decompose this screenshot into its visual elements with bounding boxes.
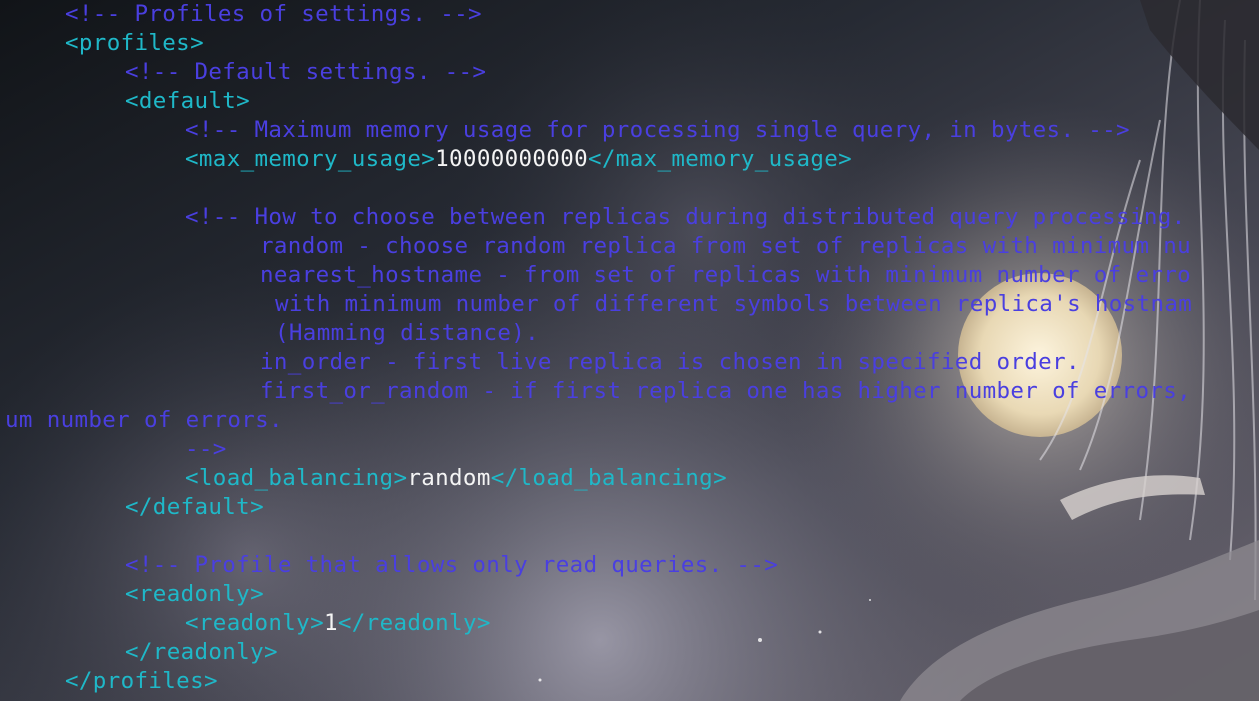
xml-close-tag: </readonly>	[337, 610, 491, 636]
code-line-11: with minimum number of different symbols…	[275, 291, 1193, 317]
setting-value: random	[407, 465, 491, 491]
code-line-17: <load_balancing>random</load_balancing>	[185, 464, 727, 493]
terminal-output: <!-- Profiles of settings. --> <profiles…	[0, 0, 1259, 701]
xml-open-tag: <load_balancing>	[185, 465, 408, 491]
code-line-8: <!-- How to choose between replicas duri…	[185, 204, 1186, 230]
code-line-21: <readonly>	[125, 581, 264, 607]
code-line-1: <!-- Profiles of settings. -->	[65, 1, 482, 27]
code-line-16: -->	[185, 436, 227, 462]
xml-close-tag: </max_memory_usage>	[588, 146, 853, 172]
code-line-9: random - choose random replica from set …	[260, 233, 1192, 259]
code-line-2: <profiles>	[65, 30, 204, 56]
code-line-20: <!-- Profile that allows only read queri…	[125, 552, 779, 578]
code-line-22: <readonly>1</readonly>	[185, 609, 491, 638]
xml-open-tag: <max_memory_usage>	[185, 146, 436, 172]
code-line-15: um number of errors.	[5, 407, 283, 433]
code-line-4: <default>	[125, 88, 251, 114]
code-line-12: (Hamming distance).	[275, 320, 540, 346]
code-line-14: first_or_random - if first replica one h…	[260, 378, 1192, 404]
code-line-23: </readonly>	[125, 639, 278, 665]
xml-close-tag: </load_balancing>	[490, 465, 727, 491]
code-line-6: <max_memory_usage>10000000000</max_memor…	[185, 145, 852, 174]
code-line-18: </default>	[125, 494, 264, 520]
setting-value: 10000000000	[435, 146, 588, 172]
code-line-3: <!-- Default settings. -->	[125, 59, 487, 85]
code-line-5: <!-- Maximum memory usage for processing…	[185, 117, 1130, 143]
code-line-13: in_order - first live replica is chosen …	[260, 349, 1080, 375]
setting-value: 1	[323, 610, 338, 636]
code-line-10: nearest_hostname - from set of replicas …	[260, 262, 1192, 288]
xml-open-tag: <readonly>	[185, 610, 324, 636]
code-line-24: </profiles>	[65, 668, 218, 694]
